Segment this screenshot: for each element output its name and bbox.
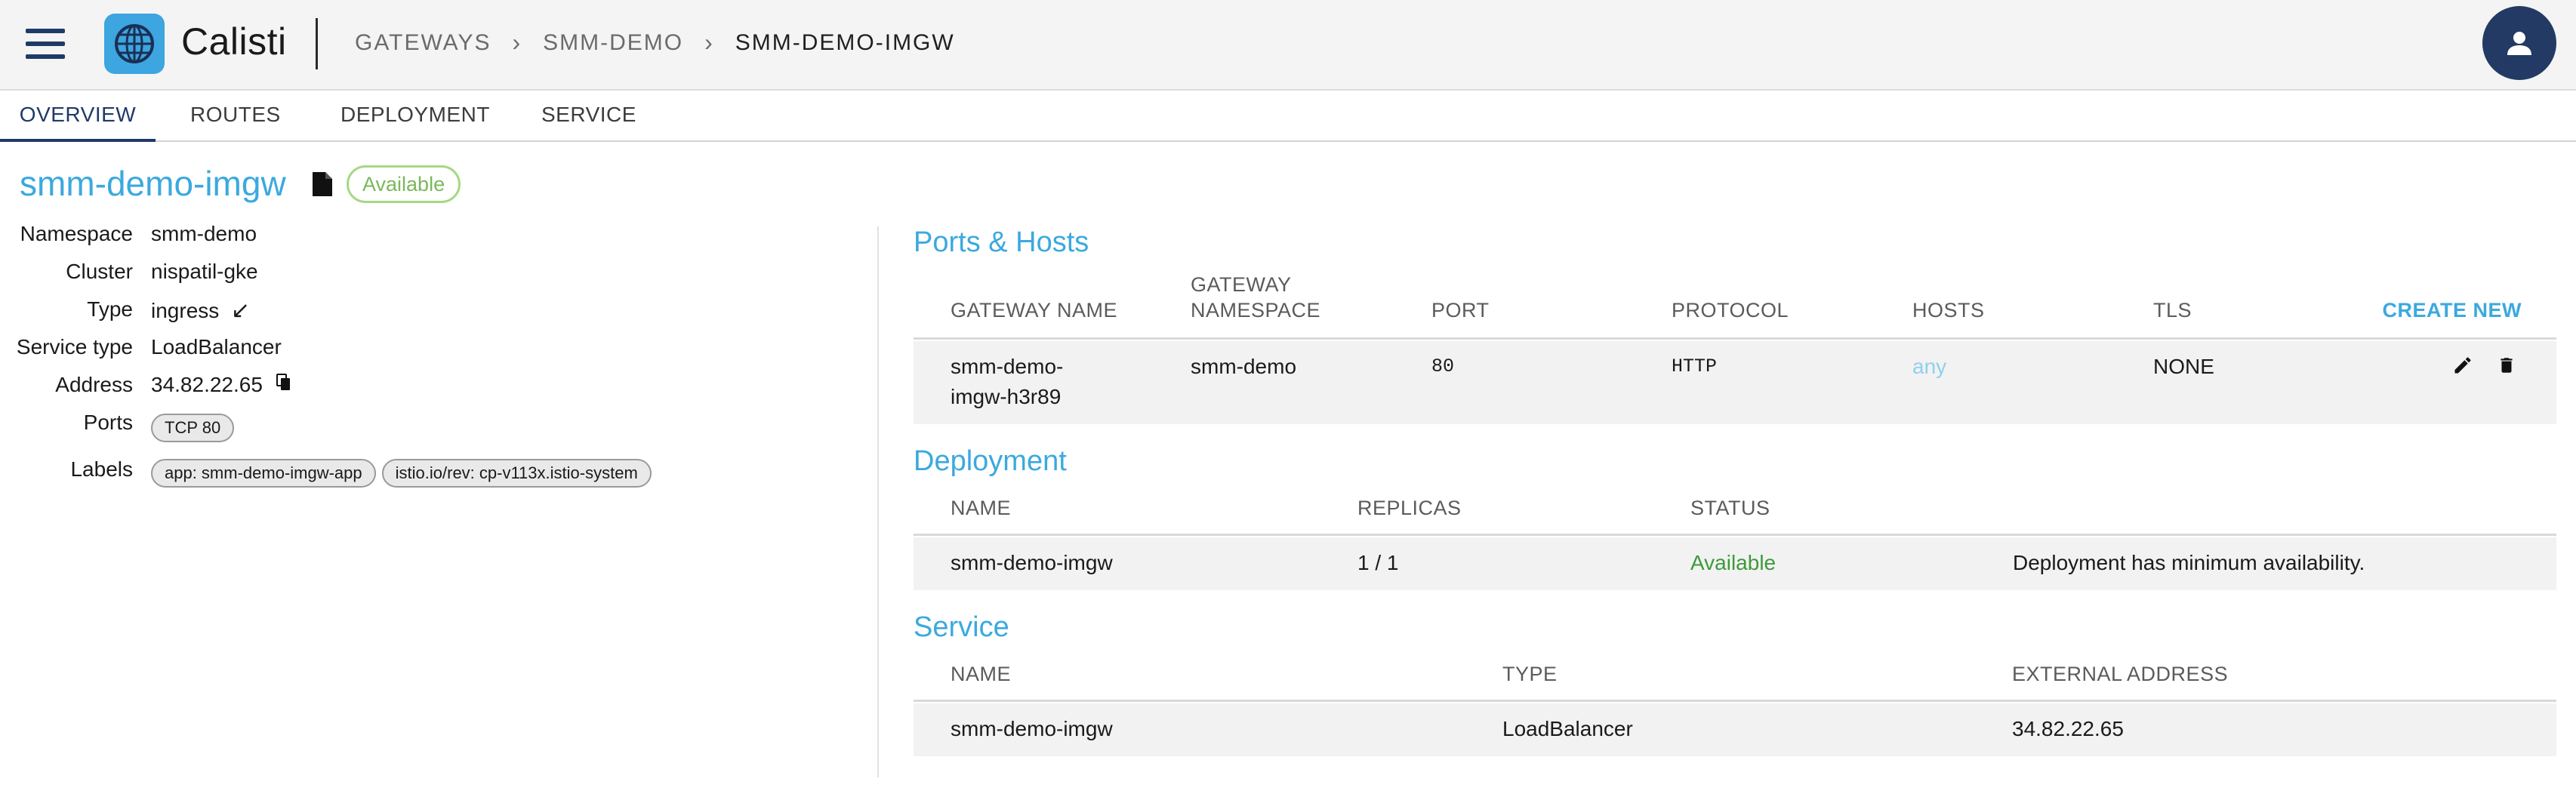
service-title: Service [914,611,1009,643]
table-row: smm-demo-imgw 1 / 1 Available Deployment… [914,537,2556,590]
detail-value: 34.82.22.65 [151,373,263,396]
cell-protocol: HTTP [1672,355,1718,377]
yaml-document-icon[interactable] [311,171,334,202]
col-external-address: EXTERNAL ADDRESS [2012,663,2229,685]
cell-gateway-name-line2: imgw-h3r89 [951,385,1062,408]
detail-label: Type [87,297,133,321]
labels-chips: app: smm-demo-imgw-app istio.io/rev: cp-v… [151,459,658,488]
cell-gateway-name-line1: smm-demo- [951,355,1064,378]
table-row: smm-demo- imgw-h3r89 smm-demo 80 HTTP an… [914,341,2556,424]
detail-label: Labels [70,457,133,481]
cell-name: smm-demo-imgw [951,717,1113,740]
detail-label: Service type [16,335,133,358]
ports-hosts-table-header: GATEWAY NAME GATEWAY NAMESPACE PORT PROT… [914,272,2556,340]
tab-routes[interactable]: ROUTES [190,92,281,142]
cell-port: 80 [1431,355,1455,377]
cell-message: Deployment has minimum availability. [2013,551,2365,574]
port-chip: TCP 80 [151,414,235,442]
col-type: TYPE [1502,663,1558,685]
user-avatar[interactable] [2482,6,2556,80]
col-replicas: REPLICAS [1357,497,1462,519]
calisti-logo[interactable] [104,14,165,74]
detail-label: Namespace [20,222,133,245]
col-gateway-namespace-line2: NAMESPACE [1191,299,1321,322]
detail-label: Cluster [66,260,133,283]
breadcrumb: GATEWAYS › SMM-DEMO › SMM-DEMO-IMGW [355,29,955,57]
detail-value: LoadBalancer [151,335,282,358]
header-divider [316,18,318,69]
detail-label: Address [55,373,133,396]
service-table-header: NAME TYPE EXTERNAL ADDRESS [914,658,2556,702]
create-new-button[interactable]: CREATE NEW [2383,297,2522,323]
deployment-title: Deployment [914,445,1067,477]
breadcrumb-separator-icon: › [704,29,714,56]
col-tls: TLS [2153,299,2192,322]
cell-tls: NONE [2153,355,2214,378]
col-port: PORT [1431,299,1490,322]
detail-label: Ports [83,411,133,434]
top-bar: Calisti GATEWAYS › SMM-DEMO › SMM-DEMO-I… [0,0,2576,91]
detail-value: ingress [151,299,220,322]
cell-name: smm-demo-imgw [951,551,1113,574]
table-row: smm-demo-imgw LoadBalancer 34.82.22.65 [914,703,2556,756]
delete-icon[interactable] [2497,355,2516,380]
col-hosts: HOSTS [1912,299,1985,322]
tab-service[interactable]: SERVICE [541,92,636,142]
col-gateway-name: GATEWAY NAME [951,299,1118,322]
detail-value-wrap: ingress ↙ [151,297,250,324]
breadcrumb-gateways[interactable]: GATEWAYS [355,30,491,56]
label-chip: app: smm-demo-imgw-app [151,459,376,488]
app-name: Calisti [181,20,287,63]
copy-icon[interactable] [276,373,291,397]
col-protocol: PROTOCOL [1672,299,1789,322]
deployment-table-header: NAME REPLICAS STATUS [914,492,2556,536]
col-gateway-namespace: GATEWAY NAMESPACE [1191,272,1320,323]
col-gateway-namespace-line1: GATEWAY [1191,273,1292,296]
cell-replicas: 1 / 1 [1357,551,1399,574]
col-name: NAME [951,663,1012,685]
edit-icon[interactable] [2452,355,2473,380]
menu-icon[interactable] [26,27,65,60]
breadcrumb-separator-icon: › [512,29,522,56]
breadcrumb-namespace[interactable]: SMM-DEMO [543,30,683,56]
col-name: NAME [951,497,1012,519]
resource-title: smm-demo-imgw [20,164,286,203]
detail-value: smm-demo [151,222,257,245]
ingress-arrow-icon: ↙ [231,298,251,323]
ports-chips: TCP 80 [151,414,240,442]
breadcrumb-current: SMM-DEMO-IMGW [735,29,955,55]
cell-hosts-link[interactable]: any [1912,352,1946,382]
cell-type: LoadBalancer [1502,717,1633,740]
label-chip: istio.io/rev: cp-v113x.istio-system [381,459,652,488]
tab-bar: OVERVIEW ROUTES DEPLOYMENT SERVICE [0,92,2576,142]
cell-gateway-name: smm-demo- imgw-h3r89 [951,352,1063,412]
detail-value: nispatil-gke [151,260,258,283]
cell-namespace: smm-demo [1191,355,1297,378]
cell-external-address: 34.82.22.65 [2012,717,2124,740]
tab-overview[interactable]: OVERVIEW [0,92,156,142]
tab-deployment[interactable]: DEPLOYMENT [340,92,490,142]
col-status: STATUS [1690,497,1770,519]
ports-hosts-title: Ports & Hosts [914,226,1089,258]
detail-value-wrap: 34.82.22.65 [151,373,291,397]
user-icon [2507,32,2531,55]
cell-status: Available [1690,551,1776,574]
status-badge: Available [347,165,461,203]
column-divider [877,226,879,777]
